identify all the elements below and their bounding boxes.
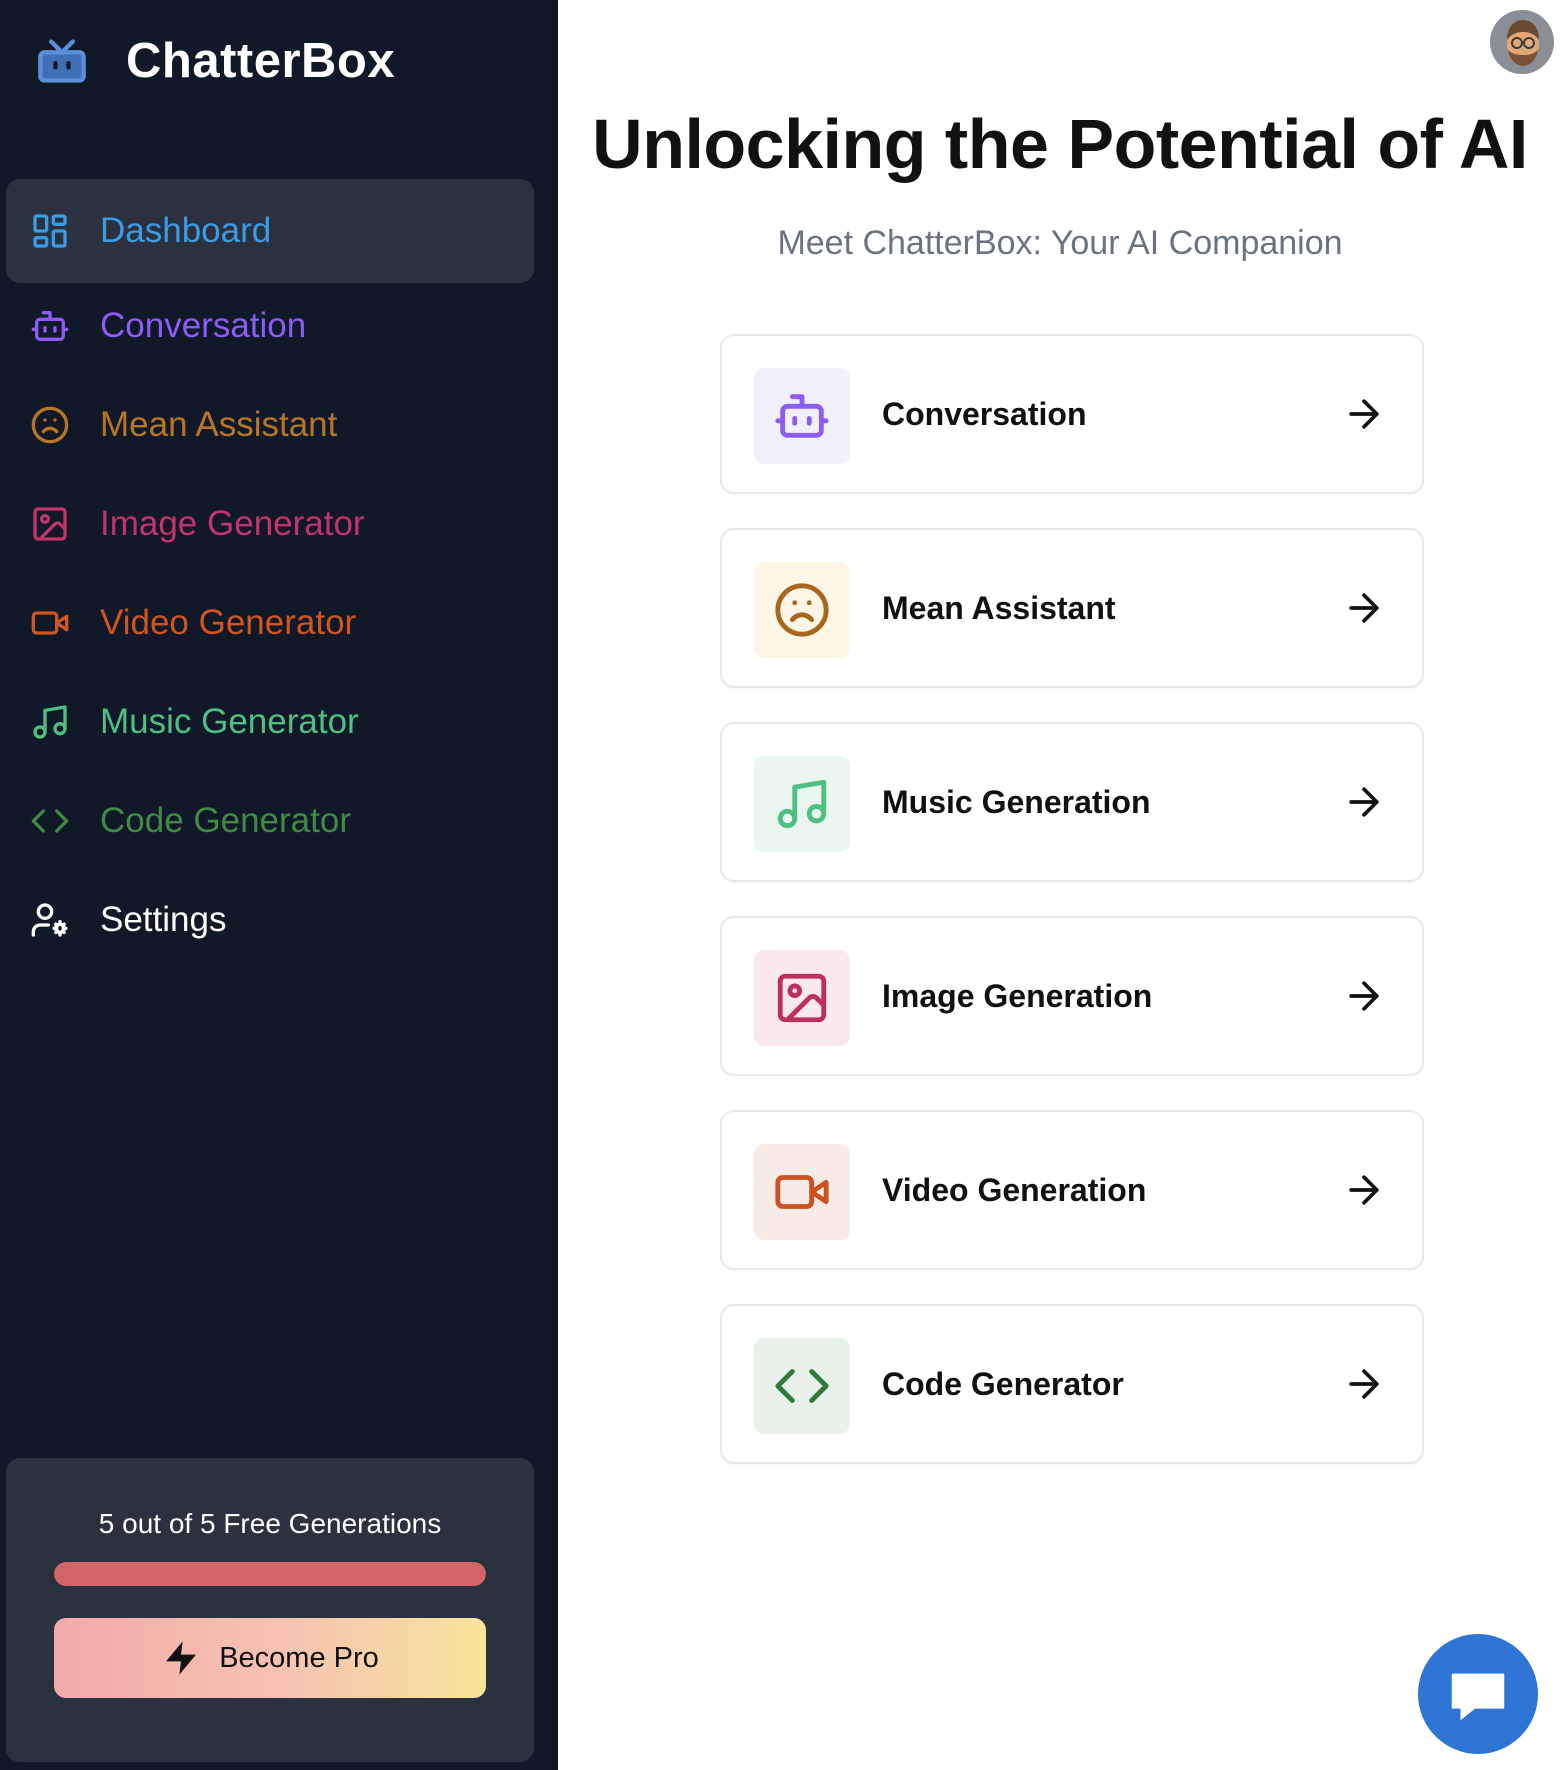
video-icon [775, 1175, 829, 1209]
sidebar-item-label: Video Generator [100, 603, 357, 642]
card-label: Conversation [882, 396, 1087, 432]
tool-card-video-generation[interactable]: Video Generation [720, 1110, 1424, 1270]
image-icon [777, 973, 827, 1023]
card-label: Video Generation [882, 1172, 1147, 1208]
bot-icon [30, 306, 70, 346]
dashboard-icon [30, 211, 70, 251]
arrow-right-icon [1349, 787, 1379, 817]
sidebar-item-label: Code Generator [100, 801, 351, 840]
lightning-icon [166, 1641, 197, 1675]
tool-card-code-generator[interactable]: Code Generator [720, 1304, 1424, 1464]
arrow-right-icon [1349, 399, 1379, 429]
image-icon [30, 504, 70, 544]
card-icon-tile [754, 1144, 850, 1240]
frown-icon [775, 583, 829, 637]
sidebar-item-label: Dashboard [100, 211, 272, 250]
sidebar-item-music-generator[interactable]: Music Generator [6, 670, 534, 774]
arrow-right-icon [1349, 981, 1379, 1011]
page-title: Unlocking the Potential of AI [592, 105, 1528, 183]
video-icon [30, 603, 70, 643]
arrow-right-icon [1349, 1175, 1379, 1205]
card-icon-tile [754, 1338, 850, 1434]
bot-icon [775, 394, 829, 438]
sidebar-item-code-generator[interactable]: Code Generator [6, 769, 534, 873]
music-icon [777, 779, 827, 829]
sidebar-item-mean-assistant[interactable]: Mean Assistant [6, 373, 534, 477]
sidebar-item-settings[interactable]: Settings [6, 868, 534, 972]
become-pro-button[interactable]: Become Pro [54, 1618, 486, 1698]
sidebar-item-dashboard[interactable]: Dashboard [6, 179, 534, 283]
app-name: ChatterBox [126, 34, 396, 88]
sidebar-item-video-generator[interactable]: Video Generator [6, 571, 534, 675]
frown-icon [30, 405, 70, 445]
avatar-face-icon [1490, 10, 1554, 74]
page-subtitle: Meet ChatterBox: Your AI Companion [777, 224, 1343, 262]
card-icon-tile [754, 756, 850, 852]
tool-card-image-generation[interactable]: Image Generation [720, 916, 1424, 1076]
become-pro-label: Become Pro [219, 1641, 379, 1674]
chat-icon [1451, 1673, 1505, 1721]
arrow-right-icon [1349, 1369, 1379, 1399]
card-label: Mean Assistant [882, 590, 1116, 626]
arrow-right-icon [1349, 593, 1379, 623]
sidebar-item-label: Conversation [100, 306, 307, 345]
code-icon [30, 801, 70, 841]
sidebar-item-label: Mean Assistant [100, 405, 338, 444]
card-label: Code Generator [882, 1366, 1124, 1402]
tool-card-music-generation[interactable]: Music Generation [720, 722, 1424, 882]
sidebar-item-label: Music Generator [100, 702, 359, 741]
free-usage-panel: 5 out of 5 Free Generations Become Pro [6, 1458, 534, 1762]
sidebar-item-conversation[interactable]: Conversation [6, 274, 534, 378]
usage-progress-fill [54, 1562, 486, 1586]
brand[interactable]: ChatterBox [36, 30, 395, 92]
tv-logo-icon [38, 39, 86, 83]
card-label: Image Generation [882, 978, 1153, 1014]
card-label: Music Generation [882, 784, 1151, 820]
card-icon-tile [754, 562, 850, 658]
sidebar-item-label: Settings [100, 900, 227, 939]
music-icon [30, 702, 70, 742]
chat-support-button[interactable] [1418, 1634, 1538, 1754]
usage-progress-bar [54, 1562, 486, 1586]
sidebar: ChatterBox Dashboard Conversation Mean A… [0, 0, 558, 1770]
code-icon [775, 1369, 829, 1403]
tool-card-conversation[interactable]: Conversation [720, 334, 1424, 494]
free-generations-counter: 5 out of 5 Free Generations [98, 1508, 442, 1539]
tool-card-mean-assistant[interactable]: Mean Assistant [720, 528, 1424, 688]
sidebar-item-label: Image Generator [100, 504, 365, 543]
sidebar-item-image-generator[interactable]: Image Generator [6, 472, 534, 576]
card-icon-tile [754, 950, 850, 1046]
user-avatar[interactable] [1490, 10, 1554, 74]
user-settings-icon [30, 900, 70, 940]
card-icon-tile [754, 368, 850, 464]
